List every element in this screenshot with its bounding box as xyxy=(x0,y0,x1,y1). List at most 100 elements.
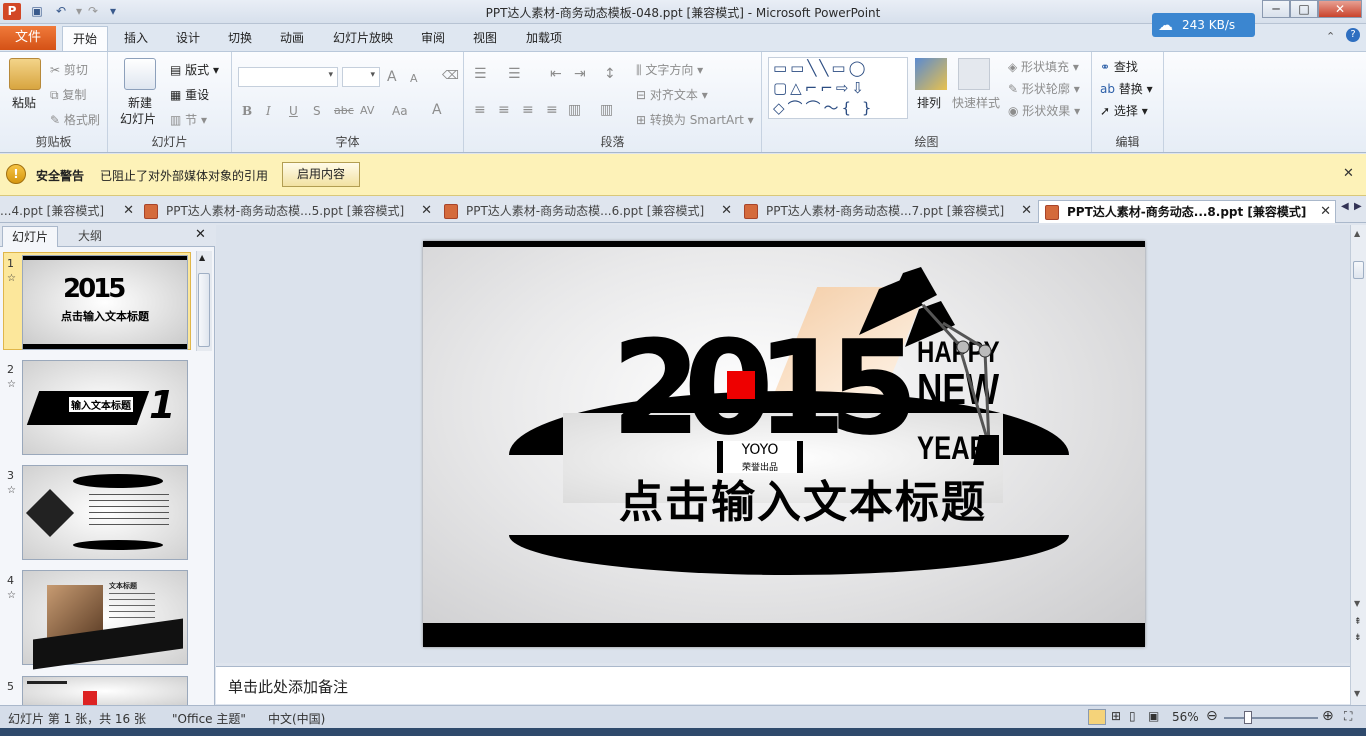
tab-addins[interactable]: 加载项 xyxy=(518,26,570,51)
italic-button[interactable]: I xyxy=(266,104,271,118)
shape-effects-button[interactable]: ◉ 形状效果 ▾ xyxy=(1008,102,1080,119)
next-slide-icon[interactable]: ⇟ xyxy=(1354,633,1362,643)
editor-scroll-thumb[interactable] xyxy=(1353,261,1364,279)
notes-pane[interactable]: 单击此处添加备注 xyxy=(216,666,1350,704)
doc-tab-7[interactable]: PPT达人素材-商务动态模...7.ppt [兼容模式] ✕ xyxy=(738,200,1036,223)
slide-thumb-1[interactable]: 2015 点击输入文本标题 xyxy=(22,255,188,350)
tab-slideshow[interactable]: 幻灯片放映 xyxy=(326,26,400,51)
zoom-slider-track[interactable] xyxy=(1224,717,1318,719)
clear-format-icon[interactable]: ⌫ xyxy=(442,68,459,82)
columns-icon[interactable]: ▥ xyxy=(600,102,613,118)
tab-insert[interactable]: 插入 xyxy=(114,26,158,51)
notes-placeholder[interactable]: 单击此处添加备注 xyxy=(228,676,348,697)
text-direction-button[interactable]: ⫼ 文字方向 ▾ xyxy=(636,61,703,78)
grow-font-button[interactable]: A xyxy=(387,69,397,85)
slide-canvas[interactable]: 2015 HAPPY NEW YEAR YOYO 荣誉出品 点击输入文本标题 xyxy=(423,241,1145,647)
tab-scroll-right-icon[interactable]: ▶ xyxy=(1354,201,1362,212)
arrange-button[interactable]: 排列 xyxy=(917,94,941,111)
help-icon[interactable]: ? xyxy=(1346,28,1360,42)
zoom-level[interactable]: 56% xyxy=(1172,710,1199,724)
quick-styles-button[interactable]: 快速样式 xyxy=(952,94,1000,111)
bold-button[interactable]: B xyxy=(242,104,252,118)
slide-thumb-4[interactable]: 文本标题 xyxy=(22,570,188,670)
paste-icon[interactable] xyxy=(9,58,41,90)
shapes-gallery[interactable]: ▭▭╲╲▭◯ ▢△⌐⌐⇨⇩ ◇⌒⌒〜{ } xyxy=(768,57,908,119)
reading-view-icon[interactable]: ▯ xyxy=(1129,709,1136,723)
shape-outline-button[interactable]: ✎ 形状轮廓 ▾ xyxy=(1008,80,1080,97)
new-slide-label-2[interactable]: 幻灯片 xyxy=(120,110,156,127)
font-size-select[interactable]: ▾ xyxy=(342,67,380,87)
shape-fill-button[interactable]: ◈ 形状填充 ▾ xyxy=(1008,58,1079,75)
scroll-up-icon[interactable]: ▲ xyxy=(1354,229,1360,238)
distributed-icon[interactable]: ▥ xyxy=(568,102,581,118)
quick-styles-icon[interactable] xyxy=(958,58,990,90)
doc-tab-4[interactable]: ...4.ppt [兼容模式] ✕ xyxy=(0,200,138,223)
numbering-icon[interactable]: ☰ xyxy=(508,66,521,82)
tab-home[interactable]: 开始 xyxy=(62,26,108,51)
panel-scroll-thumb[interactable] xyxy=(198,273,210,347)
bullets-icon[interactable]: ☰ xyxy=(474,66,487,82)
tab-outline-panel[interactable]: 大纲 xyxy=(62,226,118,247)
close-tab-icon[interactable]: ✕ xyxy=(1320,201,1331,223)
fit-window-icon[interactable]: ⛶ xyxy=(1344,709,1352,724)
line-spacing-icon[interactable]: ↕ xyxy=(604,66,616,82)
shadow-button[interactable]: S xyxy=(313,104,321,118)
slide-title[interactable]: 点击输入文本标题 xyxy=(603,477,1003,529)
zoom-out-icon[interactable]: ⊖ xyxy=(1206,708,1218,724)
collapse-ribbon-icon[interactable]: ⌃ xyxy=(1326,30,1335,43)
change-case-button[interactable]: Aa xyxy=(392,104,408,118)
tab-file[interactable]: 文件 xyxy=(0,26,56,50)
align-center-icon[interactable]: ≡ xyxy=(498,102,510,118)
minimize-button[interactable]: ─ xyxy=(1262,0,1290,18)
align-text-button[interactable]: ⊟ 对齐文本 ▾ xyxy=(636,86,708,103)
shrink-font-button[interactable]: A xyxy=(410,72,418,85)
find-button[interactable]: ⚭ 查找 xyxy=(1100,58,1138,75)
scroll-up-icon[interactable]: ▲ xyxy=(199,253,205,262)
tab-design[interactable]: 设计 xyxy=(166,26,210,51)
tab-animations[interactable]: 动画 xyxy=(270,26,314,51)
slideshow-view-icon[interactable]: ▣ xyxy=(1148,709,1159,723)
panel-scrollbar[interactable]: ▲ xyxy=(196,251,212,351)
close-tab-icon[interactable]: ✕ xyxy=(123,200,134,222)
font-name-select[interactable]: ▾ xyxy=(238,67,338,87)
enable-content-button[interactable]: 启用内容 xyxy=(282,162,360,187)
justify-icon[interactable]: ≡ xyxy=(546,102,558,118)
reset-button[interactable]: ▦ 重设 xyxy=(170,86,209,103)
char-spacing-button[interactable]: AV xyxy=(360,104,374,117)
copy-button[interactable]: ⧉ 复制 xyxy=(50,86,86,103)
tab-slides-panel[interactable]: 幻灯片 xyxy=(2,226,58,247)
slide-thumb-5[interactable] xyxy=(22,676,188,705)
close-tab-icon[interactable]: ✕ xyxy=(721,200,732,222)
new-slide-label[interactable]: 新建 xyxy=(128,94,152,111)
close-panel-icon[interactable]: ✕ xyxy=(195,227,206,242)
select-button[interactable]: ➚ 选择 ▾ xyxy=(1100,102,1148,119)
scroll-down-icon[interactable]: ▼ xyxy=(1354,599,1360,608)
language[interactable]: 中文(中国) xyxy=(268,710,325,727)
replace-button[interactable]: ab 替换 ▾ xyxy=(1100,80,1153,97)
tab-view[interactable]: 视图 xyxy=(464,26,506,51)
cut-button[interactable]: ✂ 剪切 xyxy=(50,61,88,78)
tab-transitions[interactable]: 切换 xyxy=(218,26,262,51)
layout-button[interactable]: ▤ 版式 ▾ xyxy=(170,61,219,78)
zoom-in-icon[interactable]: ⊕ xyxy=(1322,708,1334,724)
slide-thumb-3[interactable] xyxy=(22,465,188,560)
scroll-down-icon[interactable]: ▼ xyxy=(1354,689,1360,698)
normal-view-icon[interactable] xyxy=(1088,709,1106,725)
maximize-button[interactable]: □ xyxy=(1290,0,1318,18)
decrease-indent-icon[interactable]: ⇤ xyxy=(550,66,562,82)
smartart-button[interactable]: ⊞ 转换为 SmartArt ▾ xyxy=(636,111,754,128)
format-painter-button[interactable]: ✎ 格式刷 xyxy=(50,111,100,128)
zoom-slider-handle[interactable] xyxy=(1244,711,1252,724)
strikethrough-button[interactable]: abc xyxy=(334,104,354,117)
close-warning-icon[interactable]: ✕ xyxy=(1343,166,1354,181)
slide-thumb-2[interactable]: 输入文本标题 1 xyxy=(22,360,188,455)
underline-button[interactable]: U xyxy=(289,104,298,118)
slide-sorter-icon[interactable]: ⊞ xyxy=(1111,709,1121,723)
font-color-button[interactable]: A xyxy=(432,102,442,118)
align-right-icon[interactable]: ≡ xyxy=(522,102,534,118)
paste-button[interactable]: 粘贴 xyxy=(12,94,36,111)
align-left-icon[interactable]: ≡ xyxy=(474,102,486,118)
arrange-icon[interactable] xyxy=(915,58,947,90)
section-button[interactable]: ▥ 节 ▾ xyxy=(170,111,207,128)
tab-scroll-left-icon[interactable]: ◀ xyxy=(1341,201,1349,212)
